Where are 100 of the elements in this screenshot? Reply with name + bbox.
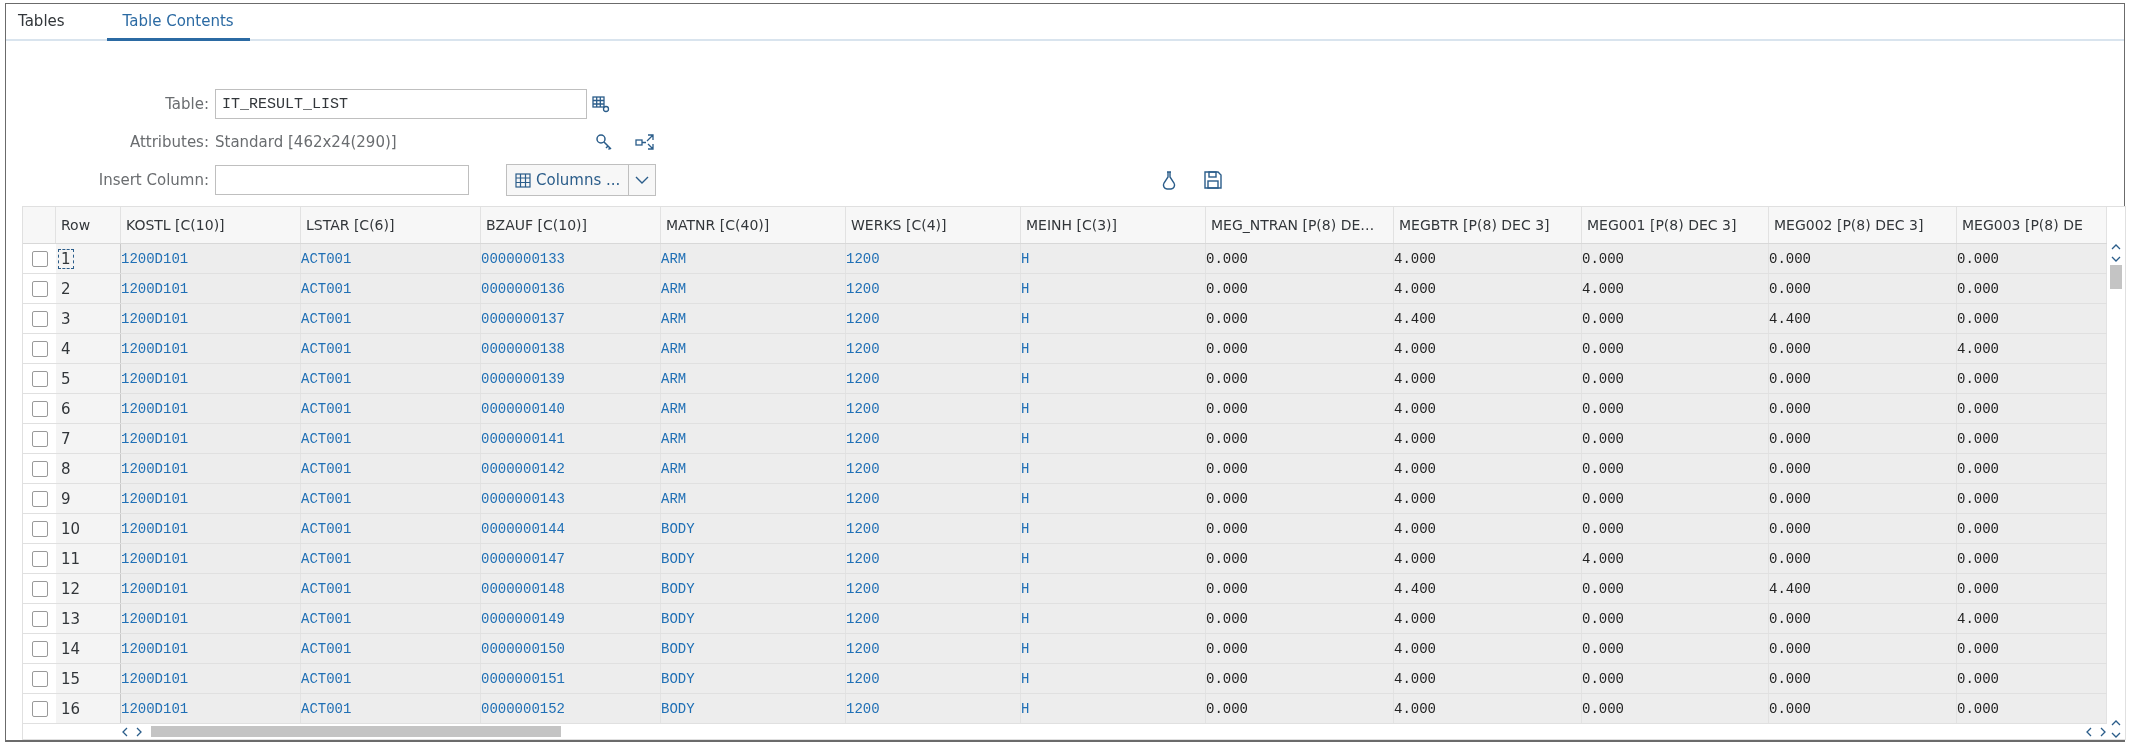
table-cell: ACT001: [301, 640, 352, 657]
table-cell: 0.000: [1957, 250, 1999, 267]
table-cell: 0.000: [1769, 460, 1811, 477]
table-cell: 0.000: [1206, 610, 1248, 627]
table-cell: 0.000: [1582, 490, 1624, 507]
column-header[interactable]: MEGBTR [P(8) DEC 3]: [1394, 207, 1582, 243]
column-header[interactable]: MEG001 [P(8) DEC 3]: [1582, 207, 1769, 243]
row-checkbox[interactable]: [31, 580, 48, 597]
table-cell: 4.000: [1394, 670, 1436, 687]
table-cell: ARM: [661, 400, 687, 417]
tab[interactable]: Tables: [12, 4, 81, 41]
insert-column-field[interactable]: [215, 165, 469, 195]
table-cell: 0000000147: [481, 550, 565, 567]
row-number: 9: [60, 488, 72, 509]
row-checkbox[interactable]: [31, 460, 48, 477]
row-checkbox[interactable]: [31, 670, 48, 687]
table-cell: 1200D101: [121, 490, 189, 507]
table-cell: ACT001: [301, 400, 352, 417]
save-icon[interactable]: [1204, 171, 1223, 189]
row-checkbox[interactable]: [31, 310, 48, 327]
table-cell: 0.000: [1206, 460, 1248, 477]
row-checkbox[interactable]: [31, 400, 48, 417]
row-number: 11: [60, 548, 82, 569]
vertical-scrollbar[interactable]: [2110, 265, 2122, 289]
row-checkbox[interactable]: [31, 490, 48, 507]
table-cell: 0000000151: [481, 670, 565, 687]
table-cell: ACT001: [301, 490, 352, 507]
table-cell: BODY: [661, 700, 695, 717]
row-checkbox[interactable]: [31, 280, 48, 297]
table-cell: BODY: [661, 610, 695, 627]
column-header[interactable]: MATNR [C(40)]: [661, 207, 846, 243]
row-checkbox[interactable]: [31, 340, 48, 357]
table-cell: 0.000: [1769, 640, 1811, 657]
table-cell: H: [1021, 340, 1030, 357]
row-checkbox[interactable]: [31, 550, 48, 567]
table-cell: ARM: [661, 460, 687, 477]
table-cell: 1200: [846, 640, 880, 657]
key-icon[interactable]: [595, 133, 613, 151]
table-cell: ARM: [661, 310, 687, 327]
table-cell: H: [1021, 250, 1030, 267]
table-cell: 0.000: [1582, 700, 1624, 717]
scroll-up-down-icon[interactable]: [2110, 243, 2122, 263]
dropdown-button[interactable]: [628, 164, 657, 196]
column-header[interactable]: KOSTL [C(10)]: [121, 207, 301, 243]
column-header[interactable]: MEINH [C(3)]: [1021, 207, 1206, 243]
scroll-left-right-icon[interactable]: [121, 726, 143, 737]
table-cell: 1200: [846, 340, 880, 357]
row-checkbox[interactable]: [31, 250, 48, 267]
scroll-left-right-icon[interactable]: [2085, 726, 2107, 737]
table-cell: BODY: [661, 580, 695, 597]
row-checkbox[interactable]: [31, 430, 48, 447]
table-cell: H: [1021, 520, 1030, 537]
column-header[interactable]: WERKS [C(4)]: [846, 207, 1021, 243]
row-checkbox[interactable]: [31, 610, 48, 627]
table-settings-icon[interactable]: [592, 95, 610, 113]
table-cell: H: [1021, 310, 1030, 327]
table-cell: 0.000: [1957, 520, 1999, 537]
table-cell: ACT001: [301, 430, 352, 447]
row-checkbox[interactable]: [31, 370, 48, 387]
table-cell: 0000000141: [481, 430, 565, 447]
table-cell: 0.000: [1206, 580, 1248, 597]
row-checkbox[interactable]: [31, 520, 48, 537]
table-cell: 4.000: [1394, 610, 1436, 627]
table-cell: 4.000: [1394, 340, 1436, 357]
share-icon[interactable]: [635, 133, 655, 151]
table-cell: 0000000152: [481, 700, 565, 717]
table-cell: 0.000: [1206, 640, 1248, 657]
scroll-up-down-icon[interactable]: [2110, 719, 2122, 739]
flask-icon[interactable]: [1161, 170, 1178, 190]
row-checkbox[interactable]: [31, 640, 48, 657]
table-cell: BODY: [661, 670, 695, 687]
horizontal-scrollbar[interactable]: [151, 726, 561, 737]
table-cell: 0.000: [1582, 610, 1624, 627]
table-cell: ARM: [661, 370, 687, 387]
tab[interactable]: Table Contents: [106, 4, 250, 41]
column-header[interactable]: LSTAR [C(6)]: [301, 207, 481, 243]
column-header[interactable]: Row: [56, 207, 121, 243]
columns-button[interactable]: Columns ...: [506, 164, 629, 196]
column-header[interactable]: MEG002 [P(8) DEC 3]: [1769, 207, 1957, 243]
table-cell: 4.000: [1394, 280, 1436, 297]
table-cell: 0.000: [1769, 280, 1811, 297]
table-cell: 0.000: [1206, 250, 1248, 267]
table-cell: ACT001: [301, 550, 352, 567]
table-cell: 0.000: [1206, 400, 1248, 417]
table-cell: 1200D101: [121, 340, 189, 357]
table-cell: 1200: [846, 370, 880, 387]
table-cell: 0.000: [1769, 250, 1811, 267]
row-number: 16: [60, 698, 82, 719]
row-checkbox[interactable]: [31, 700, 48, 717]
table-name-field[interactable]: IT_RESULT_LIST: [215, 89, 587, 119]
table-cell: 0.000: [1582, 250, 1624, 267]
table-cell: 1200: [846, 430, 880, 447]
table-cell: 0.000: [1582, 580, 1624, 597]
column-header[interactable]: MEG_NTRAN [P(8) DE…: [1206, 207, 1394, 243]
table-cell: BODY: [661, 550, 695, 567]
table-cell: 4.000: [1394, 400, 1436, 417]
table-cell: 1200: [846, 490, 880, 507]
row-number: 13: [60, 608, 82, 629]
table-cell: 0000000142: [481, 460, 565, 477]
column-header[interactable]: BZAUF [C(10)]: [481, 207, 661, 243]
